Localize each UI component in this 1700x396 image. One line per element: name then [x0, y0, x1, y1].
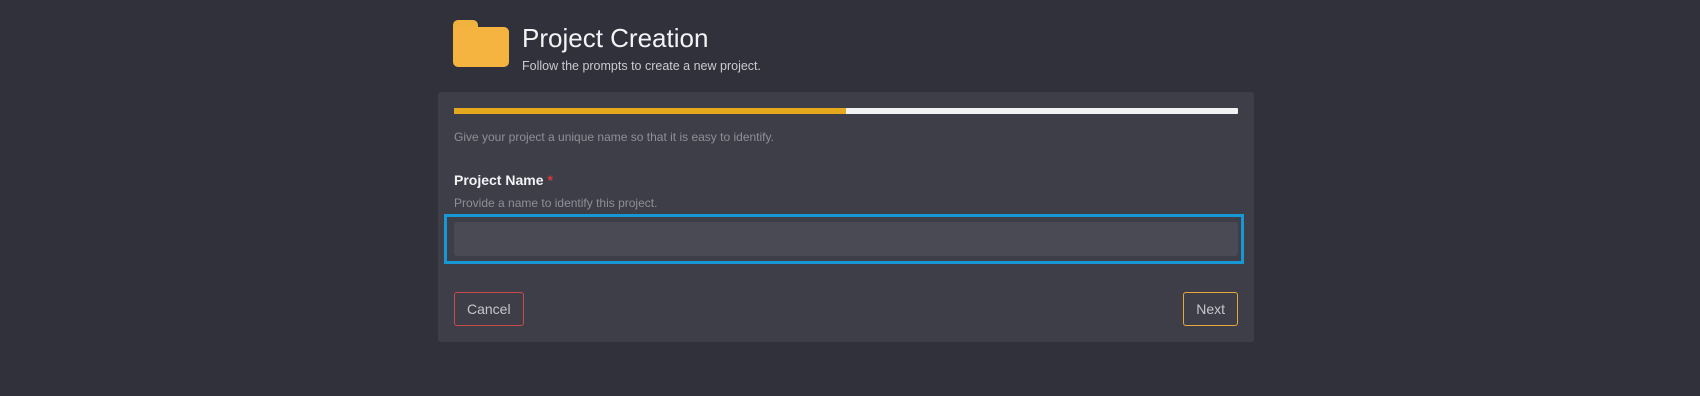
page: Project Creation Follow the prompts to c…: [0, 0, 1700, 396]
next-button[interactable]: Next: [1183, 292, 1238, 326]
project-name-label: Project Name *: [454, 172, 553, 188]
folder-icon-body: [453, 27, 509, 67]
wizard-card: Give your project a unique name so that …: [438, 92, 1254, 342]
progress-bar-fill: [454, 108, 846, 114]
page-title: Project Creation: [522, 23, 709, 53]
progress-bar: [454, 108, 1238, 114]
step-description: Give your project a unique name so that …: [454, 130, 774, 144]
page-header: Project Creation Follow the prompts to c…: [453, 20, 761, 75]
project-name-label-text: Project Name: [454, 172, 544, 188]
folder-icon: [453, 20, 509, 68]
cancel-button[interactable]: Cancel: [454, 292, 524, 326]
page-subtitle: Follow the prompts to create a new proje…: [522, 59, 762, 73]
project-name-input[interactable]: [454, 222, 1238, 256]
header-text: Project Creation Follow the prompts to c…: [522, 23, 761, 75]
project-name-help: Provide a name to identify this project.: [454, 196, 658, 210]
required-marker: *: [547, 172, 553, 188]
